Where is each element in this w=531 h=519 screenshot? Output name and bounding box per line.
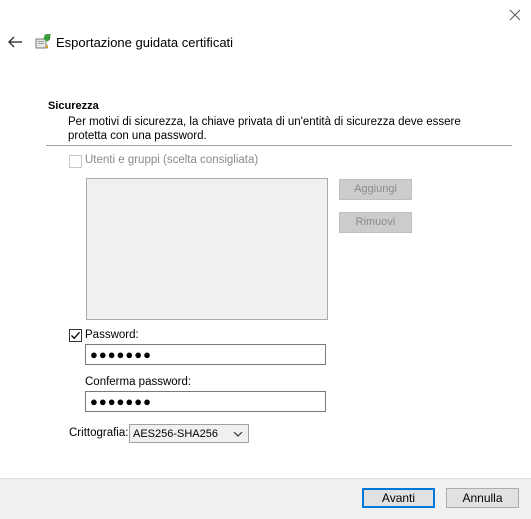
back-arrow-icon xyxy=(8,36,22,48)
certificate-wizard-icon xyxy=(34,33,52,51)
password-checkbox[interactable] xyxy=(69,329,82,342)
next-button[interactable]: Avanti xyxy=(362,488,435,508)
section-heading: Sicurezza xyxy=(48,100,99,112)
add-button[interactable]: Aggiungi xyxy=(339,179,412,200)
users-groups-checkbox[interactable] xyxy=(69,155,82,168)
chevron-down-icon xyxy=(233,431,243,437)
close-icon xyxy=(509,9,521,21)
encryption-select[interactable]: AES256-SHA256 xyxy=(129,424,249,443)
cancel-button[interactable]: Annulla xyxy=(446,488,519,508)
back-button[interactable] xyxy=(6,34,24,50)
confirm-password-label: Conferma password: xyxy=(85,376,192,388)
encryption-label: Crittografia: xyxy=(69,427,129,439)
password-label: Password: xyxy=(85,329,139,341)
divider xyxy=(46,145,512,146)
password-input[interactable]: ●●●●●●● xyxy=(85,344,326,365)
users-groups-label: Utenti e gruppi (scelta consigliata) xyxy=(85,154,259,166)
encryption-selected-value: AES256-SHA256 xyxy=(133,428,218,440)
close-button[interactable] xyxy=(505,6,525,24)
checkmark-icon xyxy=(71,331,80,340)
remove-button[interactable]: Rimuovi xyxy=(339,212,412,233)
users-groups-list[interactable] xyxy=(86,178,328,320)
confirm-password-input[interactable]: ●●●●●●● xyxy=(85,391,326,412)
wizard-title: Esportazione guidata certificati xyxy=(56,35,234,50)
section-description: Per motivi di sicurezza, la chiave priva… xyxy=(68,116,461,142)
